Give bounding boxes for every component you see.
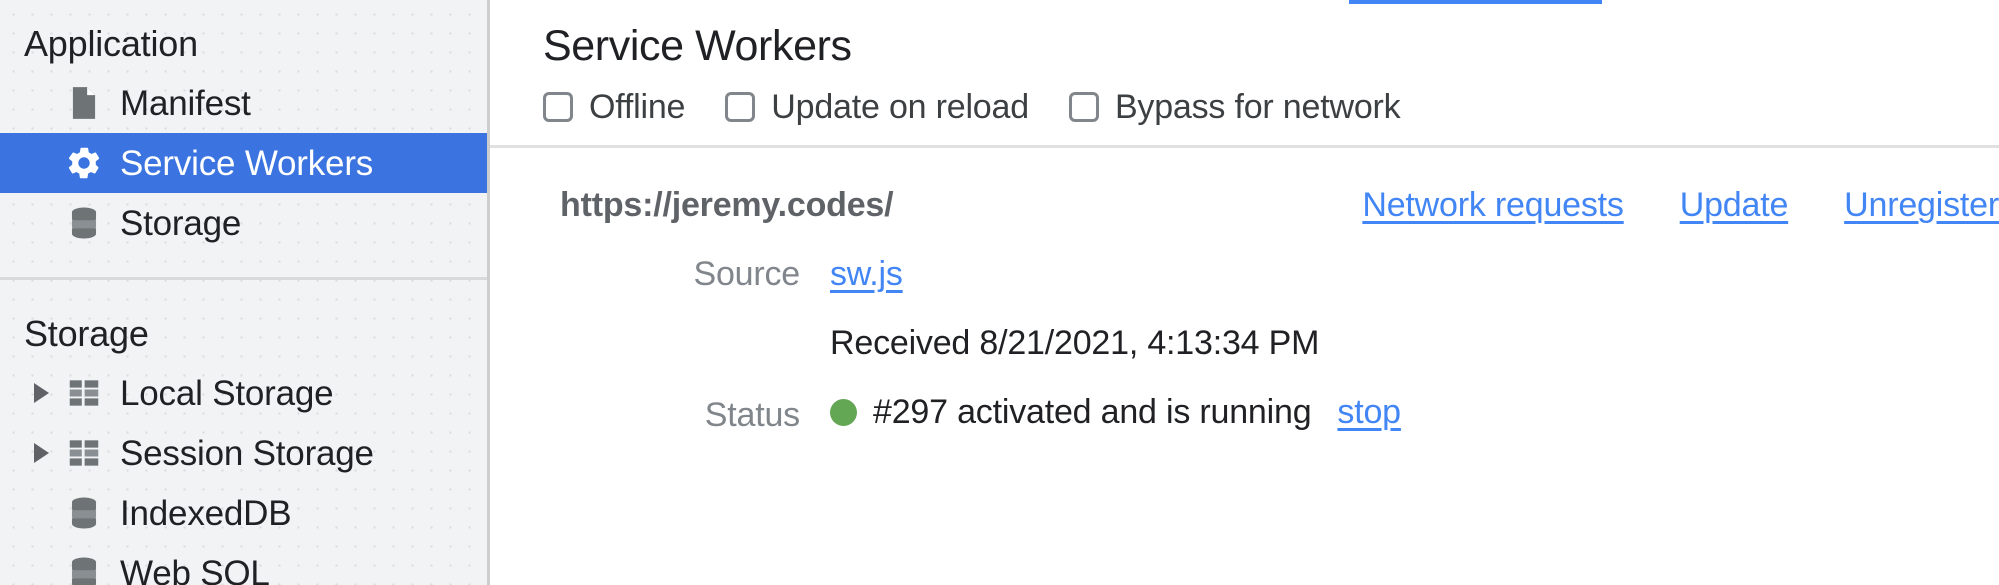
source-row: Source sw.js [490, 255, 1999, 294]
checkbox-box[interactable] [543, 92, 573, 123]
status-row: Status #297 activated and is running sto… [490, 393, 1999, 435]
database-icon [65, 494, 103, 532]
sidebar-item-web-sql[interactable]: Web SQL [0, 543, 490, 585]
service-worker-options: Offline Update on reload Bypass for netw… [490, 70, 1999, 124]
checkbox-update-on-reload[interactable]: Update on reload [725, 90, 1029, 124]
document-icon [65, 84, 103, 122]
status-value: #297 activated and is running stop [830, 393, 1401, 432]
received-row: Received 8/21/2021, 4:13:34 PM [490, 324, 1999, 363]
update-link[interactable]: Update [1680, 186, 1789, 225]
checkbox-bypass-for-network[interactable]: Bypass for network [1068, 88, 1401, 127]
status-label: Status [704, 396, 800, 435]
sidebar: Application Manifest Service Workers Sto… [0, 0, 490, 585]
gear-icon [65, 144, 103, 182]
checkbox-box[interactable] [725, 92, 756, 123]
sidebar-item-storage[interactable]: Storage [0, 193, 490, 253]
devtools-application-panel: Application Manifest Service Workers Sto… [0, 0, 1999, 585]
table-icon [65, 434, 103, 472]
status-badge [830, 399, 857, 427]
checkbox-label: Bypass for network [1114, 88, 1401, 127]
clipped-link-underline[interactable] [1349, 0, 1602, 4]
sidebar-item-label: Local Storage [120, 373, 334, 413]
checkbox-label: Offline [589, 88, 686, 127]
sidebar-item-local-storage[interactable]: Local Storage [0, 363, 490, 423]
checkbox-box[interactable] [1068, 92, 1099, 123]
received-value: Received 8/21/2021, 4:13:34 PM [830, 324, 1320, 363]
sidebar-item-label: Session Storage [120, 433, 374, 473]
sidebar-item-session-storage[interactable]: Session Storage [0, 423, 490, 483]
stop-link[interactable]: stop [1337, 393, 1401, 432]
sidebar-item-label: Manifest [120, 83, 251, 123]
sidebar-section-title-storage: Storage [24, 313, 149, 355]
unregister-link[interactable]: Unregister [1844, 186, 1999, 225]
source-value: sw.js [830, 255, 903, 294]
chevron-right-icon[interactable] [34, 383, 49, 404]
page-title: Service Workers [543, 22, 852, 70]
sidebar-item-label: Service Workers [120, 143, 374, 183]
network-requests-link[interactable]: Network requests [1362, 186, 1624, 225]
sidebar-item-manifest[interactable]: Manifest [0, 73, 490, 133]
service-workers-panel: Service Workers Offline Update on reload… [490, 0, 1999, 585]
registration-actions: Network requests Update Unregister [1306, 186, 1999, 225]
checkbox-label: Update on reload [771, 88, 1029, 127]
source-file-link[interactable]: sw.js [830, 255, 903, 294]
source-label: Source [693, 255, 800, 294]
sidebar-section-title-application: Application [24, 23, 198, 64]
chevron-right-icon[interactable] [34, 443, 49, 464]
checkbox-offline[interactable]: Offline [543, 90, 685, 124]
registration-header: https://jeremy.codes/ Network requests U… [490, 148, 1999, 225]
table-icon [65, 374, 103, 412]
database-icon [65, 204, 103, 242]
sidebar-item-indexeddb[interactable]: IndexedDB [0, 483, 490, 543]
registration-scope-url: https://jeremy.codes/ [560, 186, 894, 225]
status-text: #297 activated and is running [873, 393, 1312, 432]
sidebar-item-label: Web SQL [120, 553, 270, 585]
sidebar-item-service-workers[interactable]: Service Workers [0, 133, 490, 194]
sidebar-item-label: IndexedDB [120, 493, 292, 533]
sidebar-item-label: Storage [120, 203, 242, 243]
database-icon [65, 554, 103, 585]
